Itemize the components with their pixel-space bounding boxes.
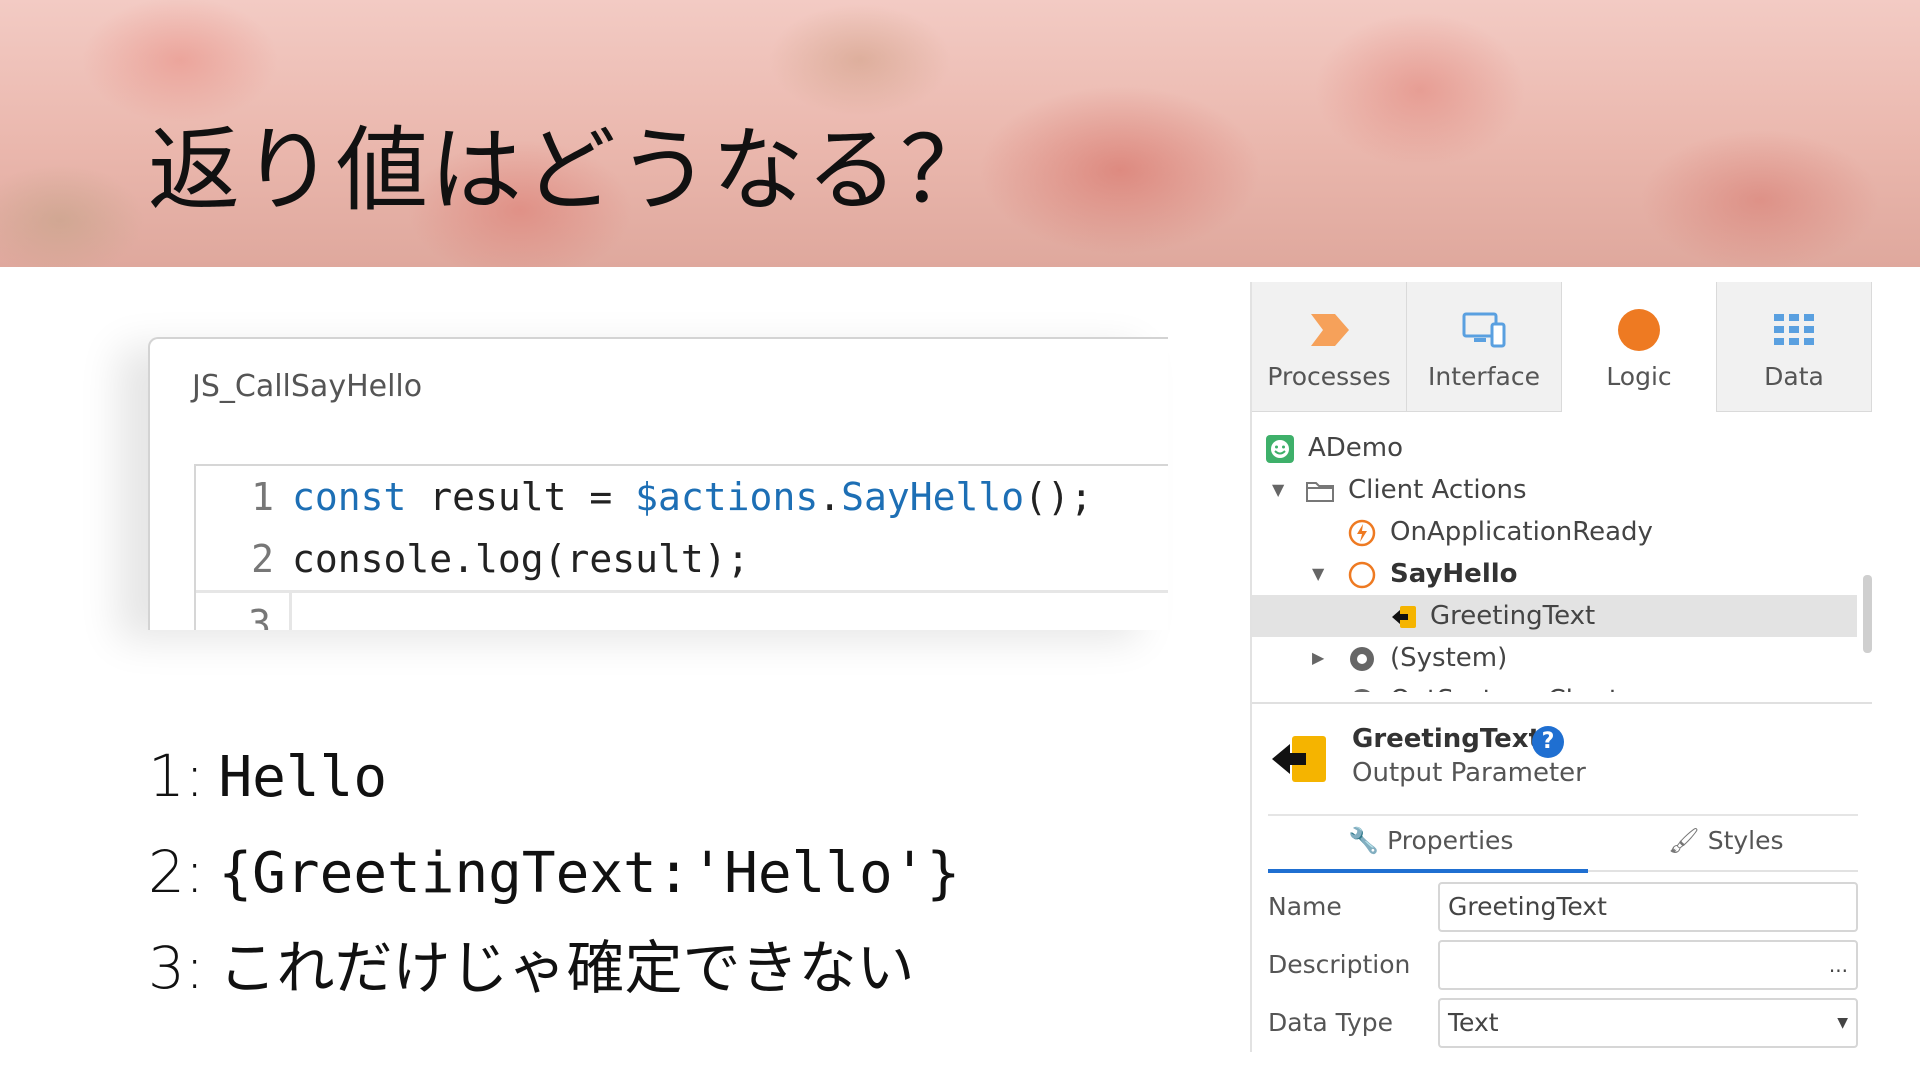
properties-tabs: 🔧 Properties 🖌 Styles: [1268, 814, 1858, 873]
answer-text: Hello: [218, 745, 388, 810]
selected-element-type: Output Parameter: [1352, 758, 1586, 788]
answer-options: 1: Hello 2: {GreetingText:'Hello'} 3: これだけじ…: [148, 728, 960, 1016]
tab-label: Properties: [1387, 826, 1514, 855]
code-line-3: 3: [196, 590, 1168, 630]
answer-option-3: 3: これだけじゃ確定できない: [148, 920, 960, 1016]
tab-label: Logic: [1606, 362, 1672, 391]
caret-right-icon[interactable]: ▶: [1312, 637, 1324, 679]
name-input[interactable]: GreetingText: [1438, 882, 1858, 932]
output-parameter-icon: [1392, 606, 1416, 628]
tab-label: Data: [1764, 362, 1824, 391]
answer-option-2: 2: {GreetingText:'Hello'}: [148, 824, 960, 920]
selected-element-name: GreetingText: [1352, 724, 1542, 754]
tree-item-label: OnApplicationReady: [1390, 517, 1653, 547]
tab-data[interactable]: Data: [1717, 282, 1872, 412]
tree-item-label: GreetingText: [1430, 601, 1596, 631]
answer-number: 3:: [148, 934, 205, 1002]
property-name-row: Name GreetingText: [1268, 882, 1858, 934]
answer-number: 2:: [148, 838, 205, 906]
service-studio-panel: Processes Interface Logic Data ADemo ▼ C…: [1250, 282, 1872, 1052]
brush-icon: 🖌: [1668, 826, 1700, 855]
code-line-2: 2 console.log(result);: [196, 528, 1168, 590]
caret-down-icon[interactable]: ▼: [1272, 469, 1284, 511]
line-number: 3: [196, 593, 292, 630]
tab-interface[interactable]: Interface: [1407, 282, 1562, 412]
layer-tabs: Processes Interface Logic Data: [1252, 282, 1872, 412]
tab-processes[interactable]: Processes: [1252, 282, 1407, 412]
tree-item-ademo[interactable]: ADemo: [1252, 427, 1857, 469]
data-type-value: Text: [1448, 1008, 1499, 1037]
tree-item-system[interactable]: ▶ (System): [1252, 637, 1857, 679]
active-tab-indicator: [1268, 869, 1588, 873]
answer-text: {GreetingText:'Hello'}: [218, 841, 961, 906]
code-token-keyword: const: [292, 475, 407, 519]
property-data-type-row: Data Type Text ▼: [1268, 998, 1858, 1050]
panel-divider: [1252, 702, 1872, 704]
code-token: .: [818, 475, 842, 519]
properties-header: GreetingText ? Output Parameter: [1252, 714, 1872, 804]
dropdown-caret-icon: ▼: [1837, 1015, 1848, 1031]
code-editor-screenshot: JS_CallSayHello 1 const result = $actions…: [148, 337, 1168, 630]
code-token: ();: [1024, 475, 1093, 519]
property-label: Description: [1268, 950, 1411, 979]
answer-option-1: 1: Hello: [148, 728, 960, 824]
folder-icon: [1306, 482, 1334, 502]
tree-item-label: OutSystemsCharts: [1390, 679, 1633, 692]
tree-item-client-actions[interactable]: ▼ Client Actions: [1252, 469, 1857, 511]
lightning-event-icon: [1348, 519, 1376, 547]
wrench-icon: 🔧: [1348, 826, 1380, 855]
tree-item-label: Client Actions: [1348, 475, 1527, 505]
property-label: Name: [1268, 892, 1342, 921]
tab-properties[interactable]: 🔧 Properties: [1348, 826, 1513, 870]
processes-icon: [1311, 314, 1349, 346]
tree-item-label: SayHello: [1390, 559, 1518, 589]
title-banner: 返り値はどうなる？: [0, 0, 1920, 267]
code-editor[interactable]: 1 const result = $actions.SayHello(); 2 co…: [194, 464, 1168, 630]
logic-icon: [1618, 309, 1660, 351]
code-token-method: SayHello: [841, 475, 1025, 519]
logic-tree: ADemo ▼ Client Actions OnApplicationRead…: [1252, 427, 1872, 692]
property-description-row: Description ...: [1268, 940, 1858, 992]
code-text: console.log(result);: [292, 537, 750, 581]
tab-label: Processes: [1267, 362, 1391, 391]
code-line-1: 1 const result = $actions.SayHello();: [196, 466, 1168, 528]
tree-item-on-application-ready[interactable]: OnApplicationReady: [1252, 511, 1857, 553]
tree-scrollbar[interactable]: [1863, 575, 1872, 653]
caret-down-icon[interactable]: ▼: [1312, 553, 1324, 595]
data-icon: [1774, 314, 1814, 345]
answer-text: これだけじゃ確定できない: [218, 934, 915, 1002]
module-dependency-icon: [1350, 647, 1374, 671]
tab-label: Styles: [1707, 826, 1784, 855]
app-smiley-icon: [1266, 435, 1294, 463]
tab-label: Interface: [1428, 362, 1540, 391]
module-dependency-icon: [1354, 689, 1370, 692]
tree-item-say-hello[interactable]: ▼ SayHello: [1252, 553, 1857, 595]
slide-title: 返り値はどうなる？: [148, 117, 995, 224]
code-token: result =: [406, 475, 636, 519]
more-ellipsis-icon[interactable]: ...: [1829, 942, 1848, 988]
tree-item-outsystems-charts[interactable]: ▶ OutSystemsCharts: [1252, 679, 1857, 692]
tree-item-label: (System): [1390, 643, 1508, 673]
help-icon[interactable]: ?: [1532, 726, 1564, 758]
caret-right-icon[interactable]: ▶: [1312, 679, 1324, 692]
tab-styles[interactable]: 🖌 Styles: [1668, 826, 1784, 870]
js-node-title: JS_CallSayHello: [192, 369, 423, 404]
answer-number: 1:: [148, 742, 205, 810]
tree-item-label: ADemo: [1308, 433, 1404, 463]
tree-item-greeting-text[interactable]: GreetingText: [1252, 595, 1857, 637]
line-number: 2: [251, 537, 274, 581]
description-input[interactable]: ...: [1438, 940, 1858, 990]
code-token-actions: $actions: [635, 475, 819, 519]
property-label: Data Type: [1268, 1008, 1394, 1037]
tab-rule: [1588, 870, 1858, 872]
tab-logic[interactable]: Logic: [1562, 282, 1717, 412]
output-parameter-icon: [1272, 736, 1326, 782]
interface-icon: [1462, 312, 1506, 348]
line-number: 1: [251, 475, 274, 519]
client-action-icon: [1348, 561, 1376, 589]
data-type-select[interactable]: Text ▼: [1438, 998, 1858, 1048]
